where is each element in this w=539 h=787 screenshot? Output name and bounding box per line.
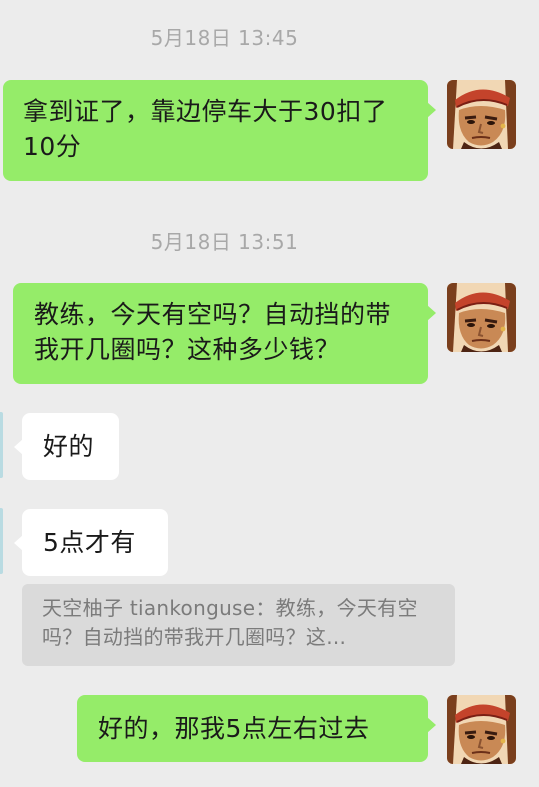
pirate-avatar-icon [447, 80, 516, 149]
message-text: 好的，那我5点左右过去 [98, 714, 370, 743]
message-bubble-outgoing-2[interactable]: 教练，今天有空吗？自动挡的带我开几圈吗？这种多少钱？ [13, 283, 436, 384]
quoted-text: 天空柚子 tiankonguse：教练，今天有空吗？自动挡的带我开几圈吗？这..… [42, 596, 418, 649]
message-text: 好的 [43, 432, 95, 461]
message-text: 教练，今天有空吗？自动挡的带我开几圈吗？这种多少钱？ [34, 300, 392, 364]
message-bubble-incoming-2[interactable]: 5点才有 [14, 509, 168, 576]
pirate-avatar-icon [447, 283, 516, 352]
message-text: 5点才有 [43, 528, 136, 557]
timestamp-2: 5月18日 13:51 [150, 230, 299, 254]
message-bubble-incoming-1[interactable]: 好的 [14, 413, 119, 480]
message-bubble-outgoing-1[interactable]: 拿到证了，靠边停车大于30扣了10分 [3, 80, 436, 181]
pirate-avatar-icon [447, 695, 516, 764]
quoted-message[interactable]: 天空柚子 tiankonguse：教练，今天有空吗？自动挡的带我开几圈吗？这..… [22, 584, 455, 666]
self-avatar[interactable] [447, 80, 516, 149]
contact-avatar-edge[interactable] [0, 412, 3, 478]
self-avatar[interactable] [447, 283, 516, 352]
self-avatar[interactable] [447, 695, 516, 764]
contact-avatar-edge[interactable] [0, 508, 3, 574]
timestamp-1: 5月18日 13:45 [150, 26, 299, 50]
message-bubble-outgoing-3[interactable]: 好的，那我5点左右过去 [77, 695, 436, 762]
message-text: 拿到证了，靠边停车大于30扣了10分 [23, 97, 388, 161]
